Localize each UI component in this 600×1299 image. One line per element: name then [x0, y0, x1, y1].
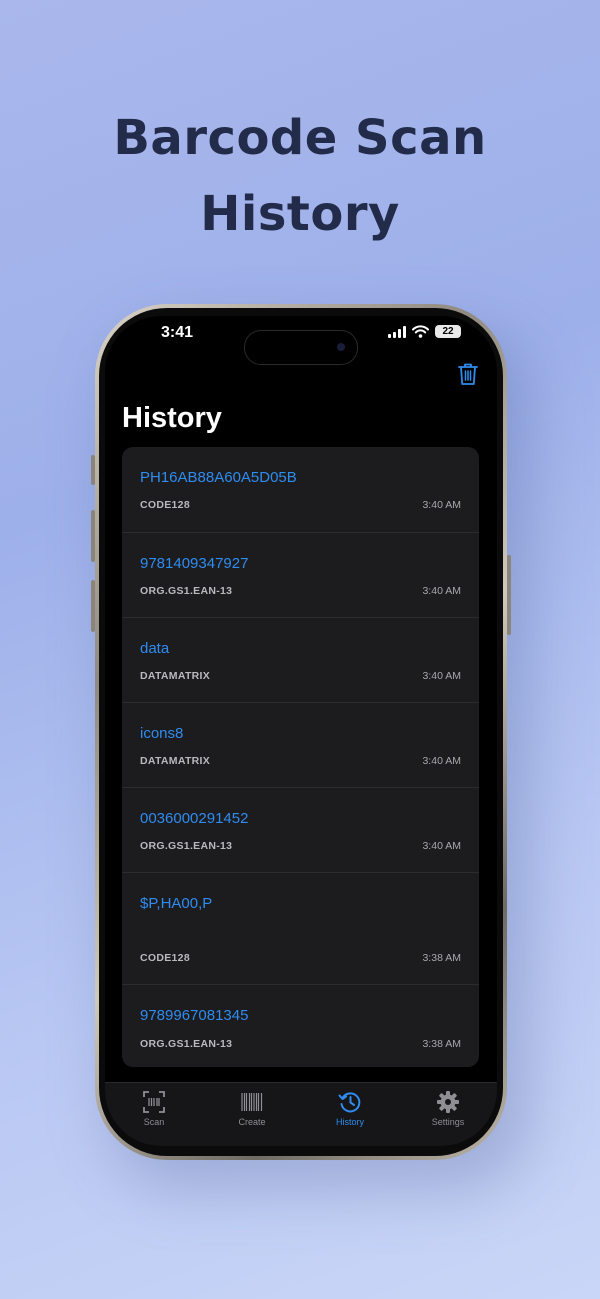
tab-scan[interactable]: Scan	[105, 1083, 203, 1146]
history-value: data	[140, 640, 170, 657]
history-time: 3:38 AM	[422, 952, 461, 964]
headline-line-1: Barcode Scan	[113, 110, 487, 166]
history-type: CODE128	[140, 499, 190, 511]
delete-trash-icon[interactable]	[457, 362, 479, 386]
dynamic-island	[244, 330, 358, 365]
history-type: ORG.GS1.EAN-13	[140, 840, 233, 852]
history-row[interactable]: $P,HA00,P CODE128 3:38 AM	[122, 873, 479, 985]
tab-history[interactable]: History	[301, 1083, 399, 1146]
tab-create[interactable]: Create	[203, 1083, 301, 1146]
page-title: History	[122, 402, 222, 434]
barcode-icon	[241, 1093, 263, 1111]
history-value: PH16AB88A60A5D05B	[140, 469, 297, 486]
action-button	[91, 455, 95, 485]
camera-icon	[337, 343, 345, 351]
scan-icon	[143, 1091, 165, 1113]
cellular-signal-icon	[388, 325, 406, 338]
history-type: DATAMATRIX	[140, 670, 211, 682]
status-icons: 22	[388, 325, 461, 338]
gear-icon	[437, 1091, 459, 1113]
history-time: 3:40 AM	[422, 670, 461, 682]
history-type: ORG.GS1.EAN-13	[140, 1038, 233, 1050]
history-value: icons8	[140, 725, 184, 742]
volume-down-button	[91, 580, 95, 632]
history-time: 3:38 AM	[422, 1038, 461, 1050]
history-row[interactable]: 9781409347927 ORG.GS1.EAN-13 3:40 AM	[122, 533, 479, 618]
power-button	[507, 555, 511, 635]
history-value: 9789967081345	[140, 1007, 249, 1024]
history-time: 3:40 AM	[422, 585, 461, 597]
history-time: 3:40 AM	[422, 840, 461, 852]
headline-line-2: History	[200, 186, 400, 242]
tab-label: Create	[238, 1117, 266, 1127]
history-row[interactable]: 9789967081345 ORG.GS1.EAN-13 3:38 AM	[122, 985, 479, 1067]
history-row[interactable]: PH16AB88A60A5D05B CODE128 3:40 AM	[122, 447, 479, 533]
history-type: DATAMATRIX	[140, 755, 211, 767]
history-row[interactable]: data DATAMATRIX 3:40 AM	[122, 618, 479, 703]
history-icon	[338, 1092, 361, 1113]
volume-up-button	[91, 510, 95, 562]
status-time: 3:41	[161, 324, 194, 341]
tab-bar: Scan Create History Settings	[105, 1082, 497, 1146]
tab-label: Scan	[143, 1117, 165, 1127]
history-list: PH16AB88A60A5D05B CODE128 3:40 AM 978140…	[122, 447, 479, 1067]
history-type: CODE128	[140, 952, 190, 964]
history-row[interactable]: icons8 DATAMATRIX 3:40 AM	[122, 703, 479, 788]
battery-icon: 22	[435, 325, 461, 338]
history-value: 9781409347927	[140, 555, 249, 572]
wifi-icon	[412, 325, 429, 338]
history-row[interactable]: 0036000291452 ORG.GS1.EAN-13 3:40 AM	[122, 788, 479, 873]
history-value: $P,HA00,P	[140, 895, 213, 912]
tab-label: Settings	[431, 1117, 465, 1127]
tab-label: History	[335, 1117, 364, 1127]
history-value: 0036000291452	[140, 810, 249, 827]
history-time: 3:40 AM	[422, 499, 461, 511]
history-time: 3:40 AM	[422, 755, 461, 767]
phone-screen: 3:41 22 History PH16AB88A60A5D05B CODE12…	[105, 316, 497, 1146]
promo-headline: Barcode Scan History	[0, 100, 600, 252]
tab-settings[interactable]: Settings	[399, 1083, 497, 1146]
history-type: ORG.GS1.EAN-13	[140, 585, 233, 597]
